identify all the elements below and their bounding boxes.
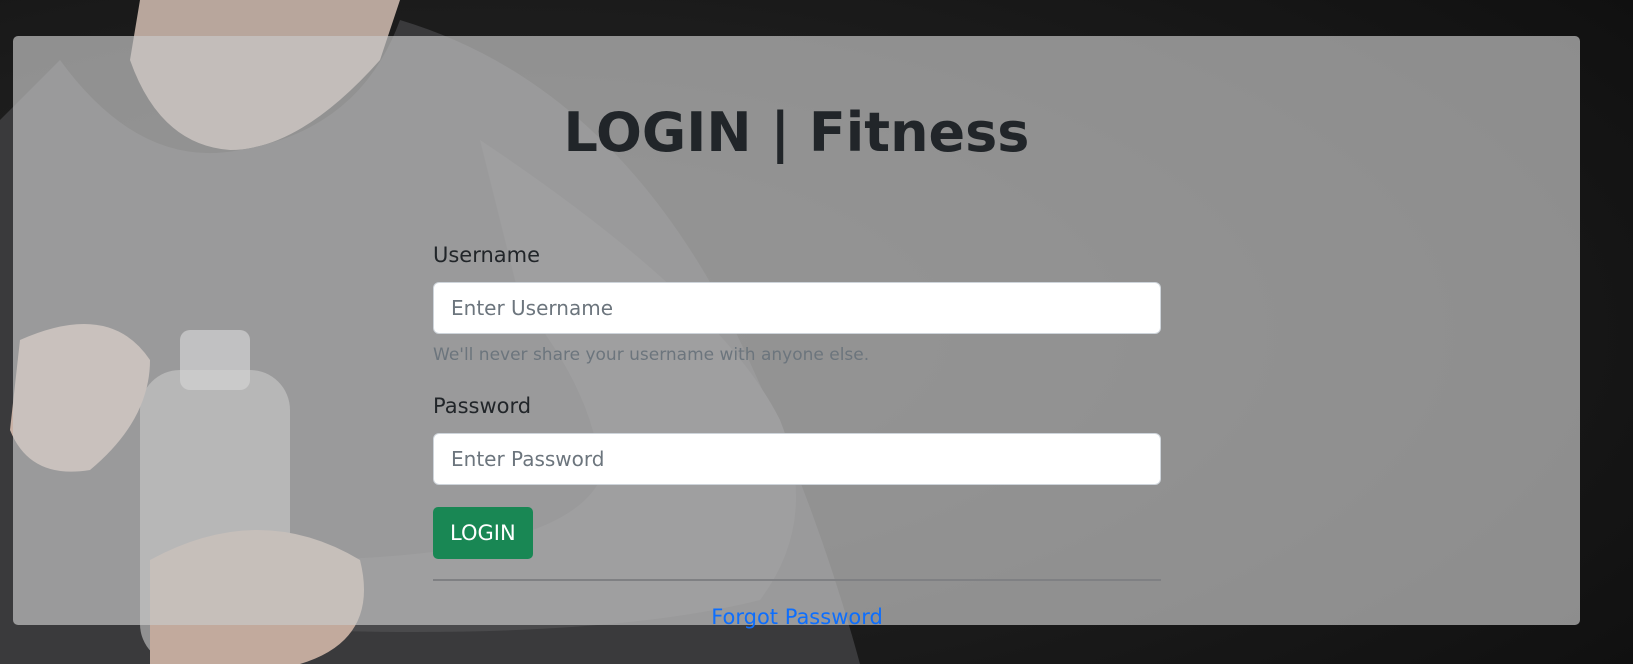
forgot-password-link[interactable]: Forgot Password	[433, 605, 1161, 629]
username-label: Username	[433, 243, 541, 267]
divider	[433, 579, 1161, 581]
login-card: LOGIN | Fitness Username We'll never sha…	[13, 36, 1580, 629]
username-group: Username We'll never share your username…	[433, 241, 1161, 366]
username-help-text: We'll never share your username with any…	[433, 345, 870, 365]
password-group: Password	[433, 392, 1161, 485]
username-input[interactable]	[433, 282, 1161, 334]
password-input[interactable]	[433, 433, 1161, 485]
login-button[interactable]: LOGIN	[433, 507, 533, 559]
password-label: Password	[433, 394, 532, 418]
page-title: LOGIN | Fitness	[563, 101, 1030, 164]
login-form: Username We'll never share your username…	[433, 241, 1161, 629]
